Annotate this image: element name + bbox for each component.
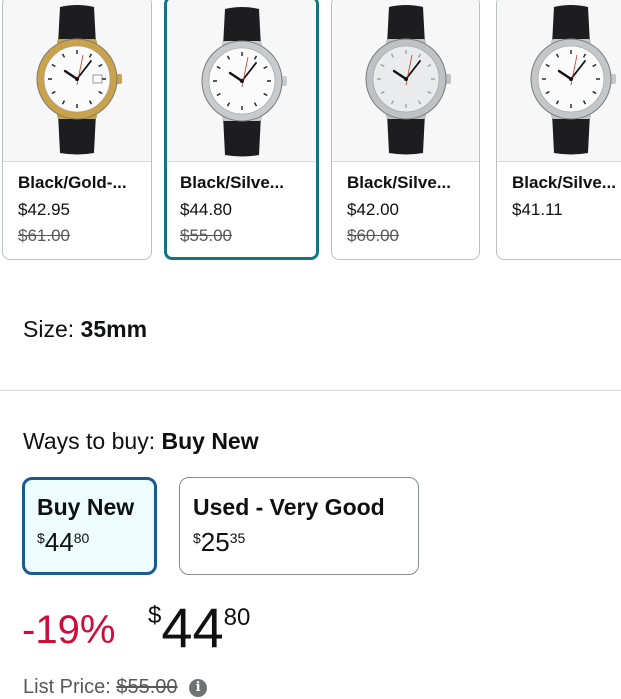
discount-percentage: -19% bbox=[22, 608, 116, 652]
option-label: Used - Very Good bbox=[193, 494, 385, 520]
watch-image bbox=[530, 5, 616, 155]
variant-card-2[interactable]: Black/Silve... $44.80 $55.00 bbox=[164, 0, 319, 260]
size-label: Size: bbox=[23, 316, 75, 342]
list-price-label: List Price: bbox=[23, 676, 111, 698]
variant-name: Black/Gold-... bbox=[18, 173, 127, 192]
list-price-value: $55.00 bbox=[116, 676, 178, 698]
variant-name: Black/Silve... bbox=[180, 173, 284, 192]
size-value: 35mm bbox=[80, 316, 148, 342]
buy-new-option[interactable]: Buy New $4480 bbox=[22, 477, 157, 575]
variant-price: $42.95 bbox=[18, 200, 70, 219]
info-icon[interactable]: i bbox=[189, 678, 208, 697]
ways-to-buy-label: Ways to buy: bbox=[23, 428, 156, 454]
option-price: $2535 bbox=[193, 527, 246, 557]
list-price-row: List Price: $55.00 i bbox=[23, 676, 208, 699]
watch-image bbox=[365, 5, 451, 155]
ways-to-buy-selected: Buy New bbox=[161, 428, 259, 454]
watch-image bbox=[201, 7, 287, 157]
used-very-good-option[interactable]: Used - Very Good $2535 bbox=[179, 477, 419, 575]
variant-name: Black/Silve... bbox=[512, 173, 616, 192]
ways-to-buy-heading: Ways to buy: Buy New bbox=[23, 428, 259, 455]
size-selector[interactable]: Size: 35mm bbox=[23, 316, 147, 343]
current-price: $4480 bbox=[148, 596, 251, 659]
variant-card-3[interactable]: Black/Silve... $42.00 $60.00 bbox=[331, 0, 480, 260]
variant-list-price: $55.00 bbox=[180, 226, 232, 245]
section-divider bbox=[0, 390, 621, 391]
variant-card-1[interactable]: Black/Gold-... $42.95 $61.00 bbox=[2, 0, 152, 260]
variant-carousel: Black/Gold-... $42.95 $61.00 Black/Silve… bbox=[0, 0, 621, 262]
variant-list-price: $60.00 bbox=[347, 226, 399, 245]
variant-image bbox=[167, 0, 316, 162]
variant-price: $41.11 bbox=[512, 200, 563, 219]
option-label: Buy New bbox=[37, 494, 135, 520]
variant-name: Black/Silve... bbox=[347, 173, 451, 192]
watch-image bbox=[36, 5, 122, 155]
option-price: $4480 bbox=[37, 527, 90, 557]
variant-card-4[interactable]: Black/Silve... $41.11 bbox=[496, 0, 621, 260]
variant-image bbox=[497, 0, 621, 162]
variant-price: $44.80 bbox=[180, 200, 232, 219]
variant-price: $42.00 bbox=[347, 200, 399, 219]
variant-list-price: $61.00 bbox=[18, 226, 70, 245]
variant-image bbox=[3, 0, 151, 162]
variant-image bbox=[332, 0, 479, 162]
